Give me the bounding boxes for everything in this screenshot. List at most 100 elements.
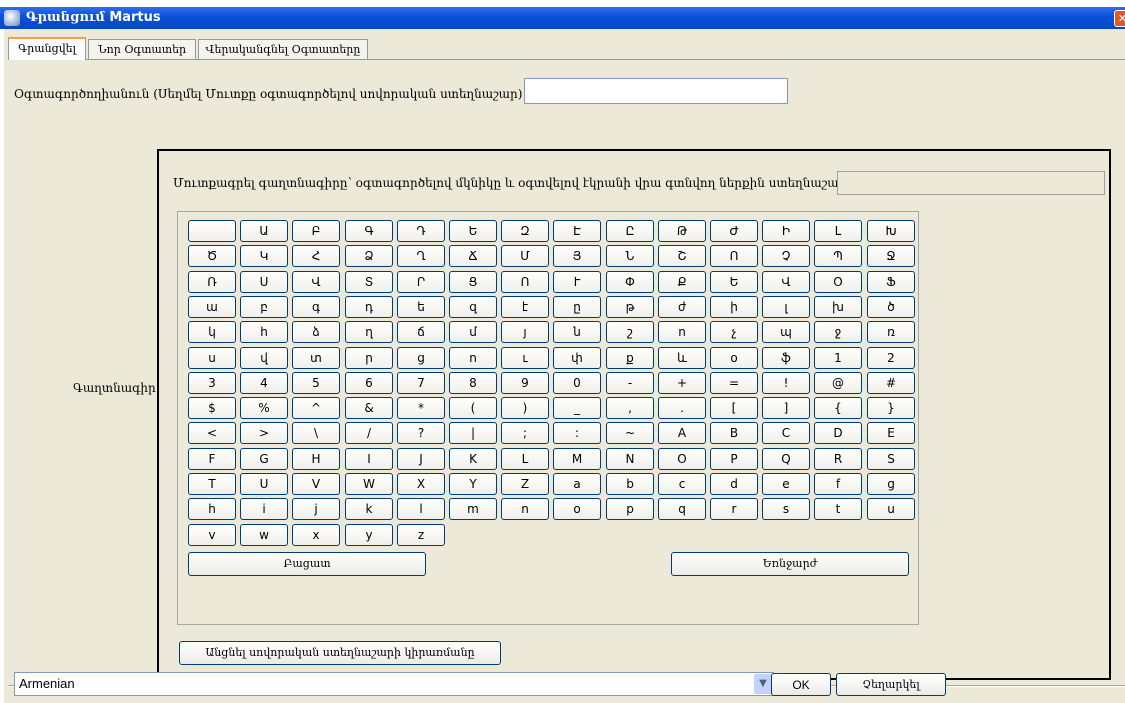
keyboard-key[interactable]: Ս (240, 271, 288, 293)
keyboard-key[interactable]: Կ (240, 245, 288, 267)
keyboard-key[interactable]: ճ (397, 321, 445, 343)
keyboard-key[interactable]: , (606, 397, 654, 419)
keyboard-key[interactable]: ռ (867, 321, 915, 343)
keyboard-key[interactable]: A (658, 422, 706, 444)
keyboard-key[interactable]: / (345, 422, 393, 444)
keyboard-key[interactable]: a (553, 473, 601, 495)
keyboard-key[interactable]: ը (553, 296, 601, 318)
keyboard-key[interactable]: B (710, 422, 758, 444)
keyboard-key[interactable]: [ (710, 397, 758, 419)
keyboard-key[interactable]: c (658, 473, 706, 495)
keyboard-key[interactable]: Վ (762, 271, 810, 293)
tab-new-user[interactable]: Նոր Օգտատեր (88, 39, 196, 59)
keyboard-key[interactable]: C (762, 422, 810, 444)
keyboard-key[interactable]: U (240, 473, 288, 495)
keyboard-key[interactable]: = (710, 372, 758, 394)
keyboard-key[interactable]: և (658, 347, 706, 369)
keyboard-key[interactable]: Ը (606, 220, 654, 242)
keyboard-key[interactable]: Ց (449, 271, 497, 293)
keyboard-key[interactable]: # (867, 372, 915, 394)
keyboard-key[interactable]: y (345, 524, 393, 546)
keyboard-key[interactable]: p (606, 498, 654, 520)
keyboard-key[interactable]: ծ (867, 296, 915, 318)
keyboard-key[interactable]: w (240, 524, 288, 546)
keyboard-key[interactable]: L (501, 448, 549, 470)
keyboard-key[interactable]: 3 (188, 372, 236, 394)
keyboard-key[interactable]: X (397, 473, 445, 495)
keyboard-key[interactable]: Յ (553, 245, 601, 267)
keyboard-key[interactable]: 6 (345, 372, 393, 394)
cancel-button[interactable]: Չեղարկել (836, 673, 946, 696)
keyboard-key[interactable]: ? (397, 422, 445, 444)
keyboard-key[interactable]: k (345, 498, 393, 520)
keyboard-key[interactable]: Գ (345, 220, 393, 242)
keyboard-key[interactable]: շ (606, 321, 654, 343)
keyboard-key[interactable]: ի (710, 296, 758, 318)
keyboard-key[interactable]: 9 (501, 372, 549, 394)
keyboard-key[interactable]: ~ (606, 422, 654, 444)
keyboard-key[interactable]: ( (449, 397, 497, 419)
keyboard-key[interactable]: \ (292, 422, 340, 444)
keyboard-key[interactable]: x (292, 524, 340, 546)
keyboard-key[interactable]: * (397, 397, 445, 419)
keyboard-key[interactable]: Q (762, 448, 810, 470)
keyboard-key[interactable]: N (606, 448, 654, 470)
keyboard-key[interactable]: Ե (710, 271, 758, 293)
keyboard-key[interactable]: վ (240, 347, 288, 369)
keyboard-key[interactable]: ^ (292, 397, 340, 419)
keyboard-key[interactable]: Փ (606, 271, 654, 293)
keyboard-key[interactable]: թ (606, 296, 654, 318)
keyboard-key[interactable]: Ա (240, 220, 288, 242)
keyboard-key[interactable]: b (606, 473, 654, 495)
space-key[interactable]: Բացատ (188, 552, 426, 576)
keyboard-key[interactable]: խ (814, 296, 862, 318)
keyboard-key[interactable]: G (240, 448, 288, 470)
keyboard-key[interactable]: Վ (292, 271, 340, 293)
keyboard-key[interactable]: Հ (292, 245, 340, 267)
keyboard-key[interactable]: 4 (240, 372, 288, 394)
keyboard-key[interactable]: տ (292, 347, 340, 369)
keyboard-key[interactable]: 7 (397, 372, 445, 394)
keyboard-key[interactable]: ) (501, 397, 549, 419)
keyboard-key[interactable]: ո (449, 347, 497, 369)
keyboard-key[interactable]: { (814, 397, 862, 419)
keyboard-key[interactable]: է (501, 296, 549, 318)
keyboard-key[interactable]: Ք (658, 271, 706, 293)
close-icon[interactable]: ✕ (1114, 10, 1125, 27)
keyboard-key[interactable]: t (814, 498, 862, 520)
keyboard-key[interactable]: W (345, 473, 393, 495)
ok-button[interactable]: OK (771, 673, 831, 696)
tab-restore-user[interactable]: Վերականգնել Օգտատերը (198, 39, 368, 59)
chevron-down-icon[interactable]: ▼ (754, 674, 772, 694)
keyboard-key[interactable]: d (710, 473, 758, 495)
keyboard-key[interactable]: դ (345, 296, 393, 318)
keyboard-key[interactable]: հ (240, 321, 288, 343)
keyboard-key[interactable]: . (658, 397, 706, 419)
keyboard-key[interactable]: Օ (814, 271, 862, 293)
username-input[interactable] (524, 78, 788, 104)
keyboard-key[interactable]: 1 (814, 347, 862, 369)
keyboard-key[interactable]: փ (553, 347, 601, 369)
keyboard-key[interactable]: Ֆ (867, 271, 915, 293)
keyboard-key[interactable]: ր (345, 347, 393, 369)
keyboard-key[interactable]: % (240, 397, 288, 419)
keyboard-key[interactable]: & (345, 397, 393, 419)
keyboard-key[interactable]: Բ (292, 220, 340, 242)
keyboard-key[interactable]: Ն (606, 245, 654, 267)
keyboard-key[interactable]: զ (449, 296, 497, 318)
keyboard-key[interactable]: Լ (814, 220, 862, 242)
keyboard-key[interactable]: Ռ (188, 271, 236, 293)
keyboard-key[interactable] (188, 220, 236, 242)
keyboard-key[interactable]: Զ (501, 220, 549, 242)
keyboard-key[interactable]: Դ (397, 220, 445, 242)
keyboard-key[interactable]: : (553, 422, 601, 444)
keyboard-key[interactable]: 2 (867, 347, 915, 369)
keyboard-key[interactable]: ; (501, 422, 549, 444)
keyboard-key[interactable]: F (188, 448, 236, 470)
keyboard-key[interactable]: f (814, 473, 862, 495)
keyboard-key[interactable]: _ (553, 397, 601, 419)
keyboard-key[interactable]: Շ (658, 245, 706, 267)
switch-keyboard-button[interactable]: Անցնել սովորական ստեղնաշարի կիրառմանը (179, 641, 501, 665)
keyboard-key[interactable]: > (240, 422, 288, 444)
keyboard-key[interactable]: | (449, 422, 497, 444)
